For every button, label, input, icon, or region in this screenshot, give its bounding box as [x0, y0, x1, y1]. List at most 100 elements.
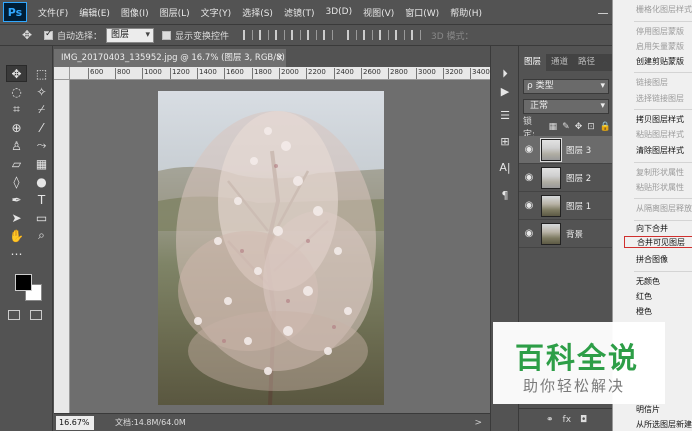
menu-item-paste-shape-attributes[interactable]: 粘贴形状属性 [636, 182, 684, 194]
menu-item-enable-vector-mask[interactable]: 启用矢量蒙版 [636, 41, 684, 53]
brush-panel-icon[interactable]: ⊞ [497, 134, 513, 150]
lasso-tool-icon[interactable]: ◌ [6, 83, 27, 100]
history-brush-tool-icon[interactable]: ⤳ [31, 137, 52, 154]
layer-row[interactable]: ◉ 图层 2 [519, 164, 613, 192]
menu-item-rasterize-style[interactable]: 栅格化图层样式 [636, 4, 692, 16]
menu-item-clear-layer-style[interactable]: 清除图层样式 [636, 145, 684, 157]
eyedropper-tool-icon[interactable]: ⌿ [31, 101, 52, 118]
visibility-eye-icon[interactable]: ◉ [519, 172, 539, 183]
menu-view[interactable]: 视图(V) [363, 6, 394, 19]
distribute-bottom-icon[interactable] [379, 30, 390, 40]
menu-filter[interactable]: 滤镜(T) [284, 6, 315, 19]
shape-tool-icon[interactable]: ▭ [31, 209, 52, 226]
healing-brush-tool-icon[interactable]: ⊕ [6, 119, 27, 136]
zoom-tool-icon[interactable]: ⌕ [31, 227, 52, 244]
menu-edit[interactable]: 编辑(E) [79, 6, 110, 19]
menu-item-copy-layer-style[interactable]: 拷贝图层样式 [636, 114, 684, 126]
move-tool-preset-icon[interactable]: ✥ [18, 28, 36, 42]
more-tools-icon[interactable]: ⋯ [6, 245, 27, 262]
menu-item-create-clipping-mask[interactable]: 创建剪贴蒙版 [636, 56, 684, 68]
menu-select[interactable]: 选择(S) [242, 6, 273, 19]
auto-select-target-dropdown[interactable]: 图层 [106, 27, 155, 43]
menu-item-merge-down[interactable]: 向下合并 [636, 223, 668, 235]
minimize-icon[interactable] [598, 4, 608, 14]
menu-item-merge-visible[interactable]: 合并可见图层 [624, 236, 692, 248]
foreground-color-swatch[interactable] [15, 274, 32, 291]
status-menu-arrow-icon[interactable]: > [474, 418, 482, 428]
lock-transparent-icon[interactable]: ▦ [549, 122, 558, 132]
distribute-left-icon[interactable] [395, 30, 406, 40]
dodge-tool-icon[interactable]: ● [31, 173, 52, 190]
menu-3d[interactable]: 3D(D) [325, 7, 352, 17]
menu-layer[interactable]: 图层(L) [160, 6, 190, 19]
tab-paths[interactable]: 路径 [573, 54, 600, 71]
distribute-hcenter-icon[interactable] [411, 30, 422, 40]
brush-tool-icon[interactable]: ⁄ [31, 119, 52, 136]
menu-item-copy-shape-attributes[interactable]: 复制形状属性 [636, 167, 684, 179]
menu-window[interactable]: 窗口(W) [405, 6, 439, 19]
show-transform-checkbox[interactable] [162, 30, 172, 40]
align-vcenter-icon[interactable] [259, 30, 270, 40]
hand-tool-icon[interactable]: ✋ [6, 227, 27, 244]
properties-panel-icon[interactable]: ☰ [497, 108, 513, 124]
menu-image[interactable]: 图像(I) [121, 6, 149, 19]
zoom-level-field[interactable]: 16.67% [56, 415, 94, 430]
link-layers-icon[interactable]: ⚭ [546, 415, 554, 425]
align-right-icon[interactable] [323, 30, 334, 40]
fx-icon[interactable]: fx [563, 415, 572, 425]
type-tool-icon[interactable]: T [31, 191, 52, 208]
tab-channels[interactable]: 通道 [546, 54, 573, 71]
actions-panel-icon[interactable]: ▶ [497, 84, 513, 100]
pen-tool-icon[interactable]: ✒ [6, 191, 27, 208]
menu-item-new-3d-from-selected[interactable]: 从所选图层新建 [636, 419, 692, 431]
align-left-icon[interactable] [291, 30, 302, 40]
lock-all-icon[interactable]: 🔒 [600, 122, 611, 132]
visibility-eye-icon[interactable]: ◉ [519, 228, 539, 239]
align-top-icon[interactable] [243, 30, 254, 40]
document-image[interactable] [158, 91, 384, 405]
menu-item-disable-layer-mask[interactable]: 停用图层蒙版 [636, 26, 684, 38]
visibility-eye-icon[interactable]: ◉ [519, 200, 539, 211]
menu-item-flatten-image[interactable]: 拼合图像 [636, 254, 668, 266]
menu-item-postcard[interactable]: 明信片 [636, 404, 660, 416]
layer-row[interactable]: ◉ 图层 1 [519, 192, 613, 220]
distribute-top-icon[interactable] [347, 30, 358, 40]
menu-item-orange[interactable]: 橙色 [636, 306, 652, 318]
gradient-tool-icon[interactable]: ▦ [31, 155, 52, 172]
menu-item-paste-layer-style[interactable]: 粘贴图层样式 [636, 129, 684, 141]
blend-mode-dropdown[interactable]: 正常 [523, 99, 609, 114]
marquee-tool-icon[interactable]: ⬚ [31, 65, 52, 82]
character-panel-icon[interactable]: A| [497, 160, 513, 176]
layer-filter-dropdown[interactable]: ρ 类型 [523, 79, 609, 94]
add-mask-icon[interactable]: ◘ [580, 415, 587, 425]
document-tab[interactable]: IMG_20170403_135952.jpg @ 16.7% (图层 3, R… [54, 49, 286, 67]
align-hcenter-icon[interactable] [307, 30, 318, 40]
lock-artboard-icon[interactable]: ⊡ [587, 122, 595, 132]
menu-item-select-linked-layers[interactable]: 选择链接图层 [636, 93, 684, 105]
menu-item-red[interactable]: 红色 [636, 291, 652, 303]
clone-stamp-tool-icon[interactable]: ♙ [6, 137, 27, 154]
eraser-tool-icon[interactable]: ▱ [6, 155, 27, 172]
align-bottom-icon[interactable] [275, 30, 286, 40]
menu-item-link-layers[interactable]: 链接图层 [636, 77, 668, 89]
lock-position-icon[interactable]: ✥ [575, 122, 583, 132]
menu-item-no-color[interactable]: 无颜色 [636, 276, 660, 288]
menu-type[interactable]: 文字(Y) [201, 6, 232, 19]
move-tool-icon[interactable]: ✥ [6, 65, 27, 82]
layer-row[interactable]: ◉ 背景 [519, 220, 613, 248]
history-panel-icon[interactable]: ⏵ [497, 66, 513, 82]
tab-layers[interactable]: 图层 [519, 54, 547, 71]
menu-item-release-from-isolation[interactable]: 从隔离图层释放 [636, 203, 692, 215]
blur-tool-icon[interactable]: ◊ [6, 173, 27, 190]
menu-help[interactable]: 帮助(H) [450, 6, 482, 19]
screen-mode-icon[interactable] [30, 310, 42, 320]
paragraph-panel-icon[interactable]: ¶ [497, 188, 513, 204]
close-tab-icon[interactable]: × [276, 49, 284, 67]
magic-wand-tool-icon[interactable]: ✧ [31, 83, 52, 100]
layer-row[interactable]: ◉ 图层 3 [519, 136, 613, 164]
auto-select-checkbox[interactable] [44, 29, 53, 40]
path-selection-tool-icon[interactable]: ➤ [6, 209, 27, 226]
distribute-vcenter-icon[interactable] [363, 30, 374, 40]
menu-file[interactable]: 文件(F) [38, 6, 68, 19]
canvas-area[interactable] [70, 80, 490, 413]
